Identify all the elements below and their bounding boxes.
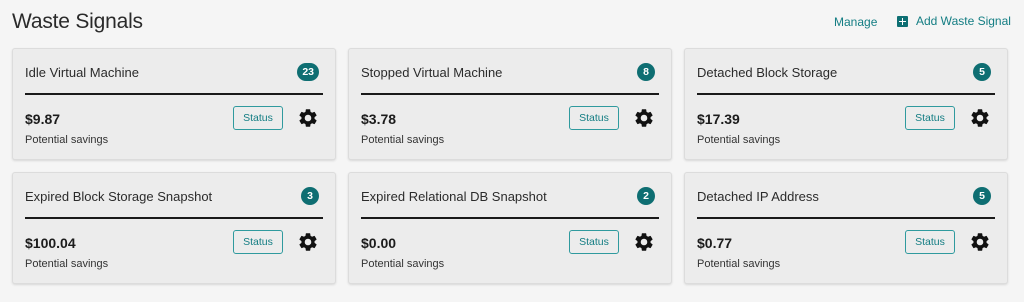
- gear-icon[interactable]: [633, 231, 655, 253]
- waste-signal-card: Stopped Virtual Machine 8 $3.78 Potentia…: [348, 48, 672, 160]
- waste-signal-card: Expired Block Storage Snapshot 3 $100.04…: [12, 172, 336, 284]
- card-title: Expired Block Storage Snapshot: [25, 189, 213, 204]
- count-badge: 3: [301, 187, 319, 205]
- count-badge: 5: [973, 63, 991, 81]
- waste-signal-card: Detached IP Address 5 $0.77 Potential sa…: [684, 172, 1008, 284]
- count-badge: 8: [637, 63, 655, 81]
- savings-label: Potential savings: [697, 258, 781, 270]
- page-title: Waste Signals: [12, 10, 143, 33]
- status-button[interactable]: Status: [233, 230, 283, 254]
- status-button[interactable]: Status: [233, 106, 283, 130]
- count-badge: 23: [297, 63, 319, 81]
- gear-icon[interactable]: [297, 231, 319, 253]
- count-badge: 5: [973, 187, 991, 205]
- savings-amount: $17.39: [697, 111, 740, 127]
- card-title: Detached IP Address: [697, 189, 819, 204]
- savings-amount: $9.87: [25, 111, 61, 127]
- status-button[interactable]: Status: [569, 106, 619, 130]
- page-header: Waste Signals Manage Add Waste Signal: [0, 0, 1024, 46]
- card-title: Expired Relational DB Snapshot: [361, 189, 547, 204]
- waste-signal-card: Detached Block Storage 5 $17.39 Potentia…: [684, 48, 1008, 160]
- card-divider: [25, 93, 323, 95]
- status-button[interactable]: Status: [905, 230, 955, 254]
- card-divider: [25, 217, 323, 219]
- gear-icon[interactable]: [297, 107, 319, 129]
- savings-label: Potential savings: [25, 258, 109, 270]
- plus-square-icon: [897, 15, 908, 27]
- waste-signal-grid: Idle Virtual Machine 23 $9.87 Potential …: [12, 48, 1008, 284]
- waste-signal-card: Idle Virtual Machine 23 $9.87 Potential …: [12, 48, 336, 160]
- savings-label: Potential savings: [361, 258, 445, 270]
- savings-label: Potential savings: [361, 134, 445, 146]
- status-button[interactable]: Status: [569, 230, 619, 254]
- savings-amount: $3.78: [361, 111, 397, 127]
- status-button[interactable]: Status: [905, 106, 955, 130]
- gear-icon[interactable]: [633, 107, 655, 129]
- card-title: Detached Block Storage: [697, 65, 838, 80]
- card-divider: [697, 217, 995, 219]
- card-divider: [697, 93, 995, 95]
- gear-icon[interactable]: [969, 107, 991, 129]
- count-badge: 2: [637, 187, 655, 205]
- gear-icon[interactable]: [969, 231, 991, 253]
- savings-amount: $0.77: [697, 235, 733, 251]
- savings-label: Potential savings: [697, 134, 781, 146]
- savings-amount: $0.00: [361, 235, 397, 251]
- manage-link[interactable]: Manage: [834, 15, 877, 29]
- card-title: Stopped Virtual Machine: [361, 65, 503, 80]
- add-waste-signal-button[interactable]: Add Waste Signal: [897, 14, 1011, 28]
- card-divider: [361, 217, 659, 219]
- card-divider: [361, 93, 659, 95]
- add-waste-signal-label: Add Waste Signal: [916, 14, 1011, 28]
- waste-signal-card: Expired Relational DB Snapshot 2 $0.00 P…: [348, 172, 672, 284]
- savings-amount: $100.04: [25, 235, 76, 251]
- card-title: Idle Virtual Machine: [25, 65, 139, 80]
- savings-label: Potential savings: [25, 134, 109, 146]
